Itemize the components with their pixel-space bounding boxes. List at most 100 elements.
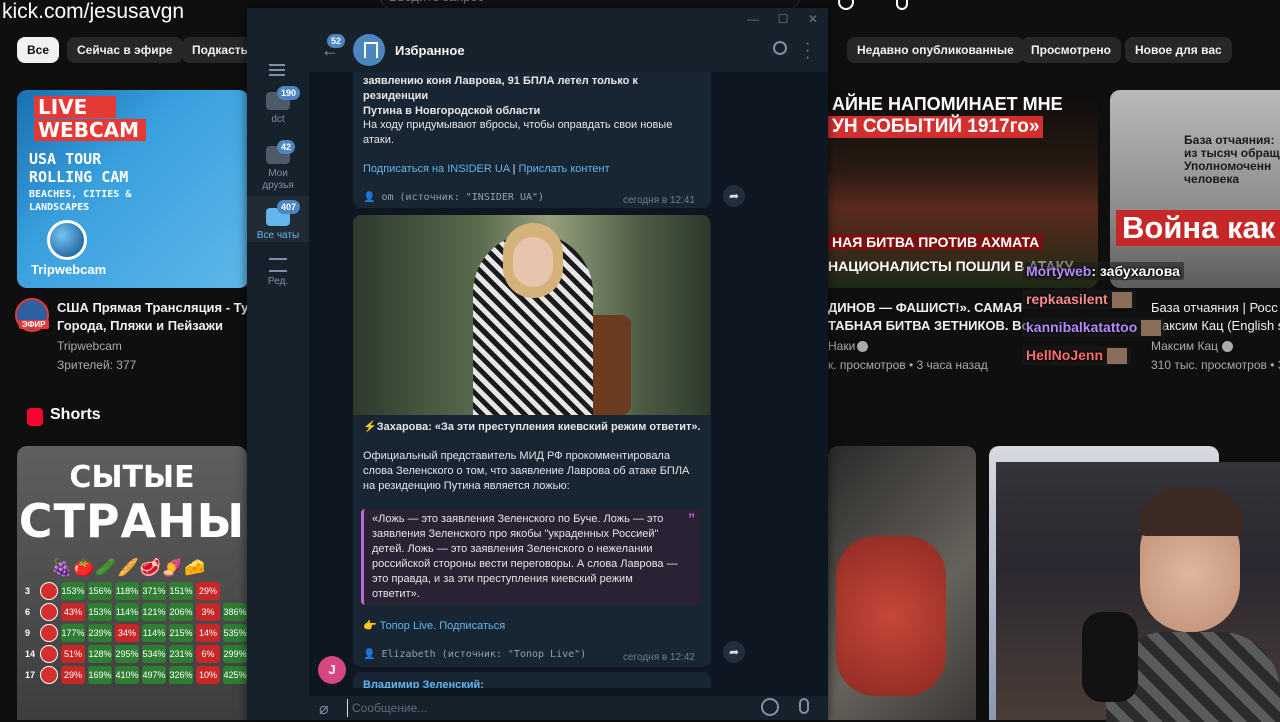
beach-line-2: LANDSCAPES: [29, 202, 90, 213]
channel-name[interactable]: Максим Кац: [1151, 339, 1218, 353]
close-icon[interactable]: ✕: [798, 10, 828, 28]
quote-line: детей. Ложь — это заявления Зеленского о…: [372, 543, 653, 555]
chip-live[interactable]: Сейчас в эфире: [67, 37, 183, 63]
unread-badge: 52: [327, 34, 346, 48]
channel-name[interactable]: Наки: [828, 339, 855, 353]
maximize-icon[interactable]: ☐: [768, 10, 798, 28]
send-content-link[interactable]: Прислать контент: [519, 163, 610, 175]
stats-cell: 153%: [61, 582, 85, 600]
quote-line: это правда, и за эти преступления киевск…: [372, 573, 633, 585]
message-bubble[interactable]: ⚡Захарова: «За эти преступления киевский…: [353, 215, 711, 667]
message-bubble[interactable]: заявлению коня Лаврова, 91 БПЛА летел то…: [353, 72, 711, 208]
short-thumbnail-food[interactable]: [828, 446, 976, 720]
folder-dct[interactable]: 190 dct: [247, 86, 309, 138]
video-title[interactable]: США Прямая Трансляция - Тур Города, Пляж…: [57, 299, 247, 335]
video-title[interactable]: База отчаяния | Росс Максим Кац (English…: [1151, 299, 1280, 335]
chip-recent[interactable]: Недавно опубликованные: [847, 37, 1024, 63]
quote-line: российской стороны вести переговоры. А с…: [372, 558, 678, 570]
stats-row: 14 51% 128% 295% 534% 231% 6% 299%: [25, 645, 247, 663]
stats-cell: 410%: [115, 666, 139, 684]
forward-icon[interactable]: ➦: [723, 185, 745, 207]
forward-icon[interactable]: ➦: [723, 641, 745, 663]
message-time: сегодня в 12:42: [623, 652, 695, 663]
stats-grid: 3 153% 156% 118% 371% 151% 29% 6 43% 153% 114% 121%…: [25, 582, 247, 687]
search-icon[interactable]: [838, 0, 854, 10]
chat-title[interactable]: Избранное: [395, 43, 465, 58]
stats-cell: 114%: [142, 624, 166, 642]
menu-icon[interactable]: [269, 64, 285, 76]
message-signature: 👤 Elizabeth (источник: "Топор Live"): [363, 649, 587, 660]
stats-cell: 128%: [88, 645, 112, 663]
folder-friends[interactable]: 42 Мои друзья: [247, 140, 309, 194]
thumb-subtext: База отчаяния: из тысяч обращ Уполномоче…: [1184, 133, 1280, 186]
video-thumbnail-news[interactable]: АЙНЕ НАПОМИНАЕТ МНЕ УН СОБЫТИЙ 1917го» Н…: [828, 90, 1098, 288]
stats-cell: 534%: [142, 645, 166, 663]
message-line: атаки.: [363, 134, 394, 146]
shorts-heading: Shorts: [50, 406, 101, 423]
stats-cell: 371%: [142, 582, 166, 600]
country-flag-icon: [40, 603, 58, 621]
message-text: На ходу придумывают вбросы, чтобы оправд…: [363, 118, 703, 148]
quote-line: ответит».: [372, 588, 420, 600]
stats-cell: 3%: [196, 603, 220, 621]
chat-emote: [1141, 320, 1162, 337]
chip-new-for-you[interactable]: Новое для вас: [1125, 37, 1232, 63]
chat-message: HellNoJenn: [1022, 346, 1132, 366]
stats-cell: 29%: [196, 582, 220, 600]
minimize-icon[interactable]: —: [738, 10, 768, 28]
chip-watched[interactable]: Просмотрено: [1021, 37, 1122, 63]
beaches-text: BEACHES, CITIES & LANDSCAPES: [29, 188, 131, 214]
message-input[interactable]: [347, 699, 747, 717]
usa-line-2: ROLLING CAM: [29, 168, 129, 186]
sender-avatar[interactable]: J: [318, 656, 346, 684]
message-sender[interactable]: Владимир Зеленский:: [363, 678, 484, 688]
video-title-line: ТАБНАЯ БИТВА ЗЕТНИКОВ. Вое: [828, 318, 1028, 333]
message-signature: 👤 om (источник: "INSIDER UA"): [363, 192, 545, 203]
stream-url-overlay: kick.com/jesusavgn: [2, 0, 185, 23]
folder-edit[interactable]: Ред.: [247, 252, 309, 296]
message-time: сегодня в 12:41: [623, 195, 695, 206]
short-thumbnail[interactable]: СЫТЫЕ СТРАНЫ 🍇🍅🥒🥖🥩🍠🧀 3 153% 156% 118% 371% 15…: [17, 446, 247, 720]
chat-header: ← 52 Избранное · · ·: [309, 30, 828, 72]
stats-cell: 51%: [61, 645, 85, 663]
microphone-icon[interactable]: [896, 0, 908, 10]
folder-label: Ред.: [267, 276, 289, 287]
video-title[interactable]: ДИНОВ — ФАШИСТ!». САМАЯ ТАБНАЯ БИТВА ЗЕТ…: [828, 299, 1028, 335]
emoji-icon[interactable]: [761, 698, 779, 716]
message-bubble[interactable]: Владимир Зеленский:: [353, 672, 711, 688]
paperclip-icon[interactable]: ⌀: [319, 699, 329, 719]
country-flag-icon: [40, 645, 58, 663]
channel-name[interactable]: Tripwebcam: [57, 339, 122, 353]
folder-all-chats[interactable]: 407 Все чаты: [247, 196, 309, 242]
quote-icon: ”: [688, 510, 695, 526]
subscribe-link[interactable]: 👉 Топор Live. Подписаться: [363, 619, 505, 634]
telegram-window: — ☐ ✕ 190 dct 42 Мои друзья 407 Все чаты…: [247, 8, 828, 720]
message-line: на резиденцию Путина является ложью:: [363, 480, 570, 492]
microphone-icon[interactable]: [799, 698, 809, 714]
subscribe-link[interactable]: Подписаться на INSIDER UA: [363, 163, 510, 175]
thumb-headline: УН СОБЫТИЙ 1917го»: [828, 116, 1044, 138]
video-thumbnail-webcam[interactable]: LIVE WEBCAM USA TOUR ROLLING CAM BEACHES…: [17, 90, 249, 288]
folder-label: Все чаты: [256, 230, 300, 241]
quote-line: «Ложь — это заявления Зеленского по Буче…: [372, 513, 664, 525]
stats-cell: 386%: [223, 603, 247, 621]
message-list[interactable]: заявлению коня Лаврова, 91 БПЛА летел то…: [309, 72, 828, 688]
video-title-line: Максим Кац (English sub: [1151, 318, 1280, 333]
short-title-line: СЫТЫЕ: [69, 460, 195, 495]
video-thumbnail-katz[interactable]: База отчаяния: из тысяч обращ Уполномоче…: [1110, 90, 1280, 288]
stats-row: 17 29% 169% 410% 497% 326% 10% 425%: [25, 666, 247, 684]
streamer-webcam: [996, 462, 1280, 722]
more-menu-icon[interactable]: · · ·: [805, 36, 810, 66]
stats-cell: 118%: [115, 582, 139, 600]
chat-emote: [1107, 348, 1128, 365]
message-composer: ⌀: [309, 696, 828, 720]
chip-all[interactable]: Все: [17, 37, 60, 63]
chip-podcasts[interactable]: Подкасты: [182, 37, 248, 63]
search-icon[interactable]: [773, 41, 787, 55]
stats-cell: 43%: [61, 603, 85, 621]
stats-cell: 156%: [88, 582, 112, 600]
message-photo[interactable]: [353, 215, 710, 415]
stats-row-number: 3: [25, 586, 31, 596]
globe-icon: [47, 220, 87, 260]
message-line: слова Зеленского о том, что заявление Ла…: [363, 465, 690, 477]
